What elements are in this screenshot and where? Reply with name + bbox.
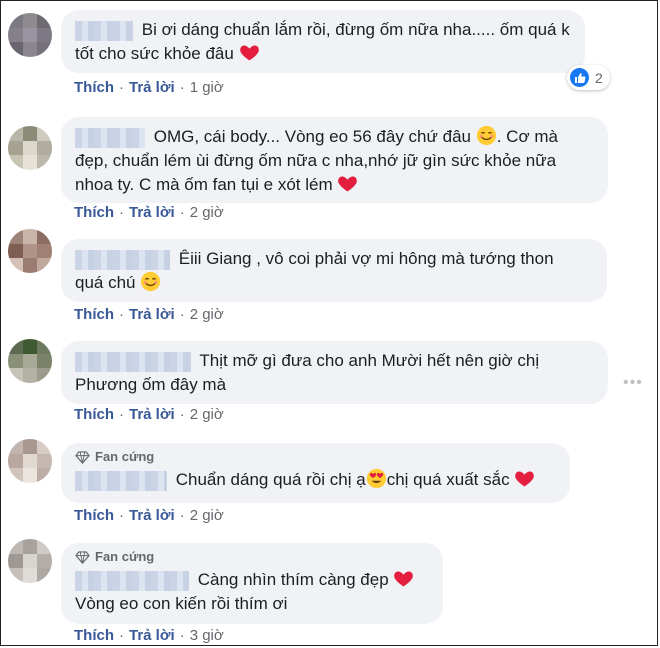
reaction-number: 2	[595, 69, 603, 86]
reply-link[interactable]: Trả lời	[129, 306, 175, 323]
avatar[interactable]	[8, 126, 52, 170]
like-icon	[570, 68, 589, 87]
comment-actions: Thích · Trả lời · 3 giờ	[74, 627, 224, 644]
comment-text-line-2: Phương ốm đây mà	[75, 375, 227, 394]
comment-text-line-1b: chị quá xuất sắc	[386, 470, 510, 489]
diamond-icon	[75, 550, 90, 564]
reply-link[interactable]: Trả lời	[129, 79, 175, 96]
comment-bubble: Fan cứng Chuẩn dáng quá rồi chị ạ chị quá…	[61, 443, 570, 503]
comment-text-line-2: đẹp, chuẩn lém ùi đừng ốm nữa c nha,nhớ …	[75, 151, 557, 170]
timestamp[interactable]: 2 giờ	[190, 406, 224, 423]
author-name[interactable]	[75, 20, 133, 41]
comment-text-line-1: OMG, cái body... Vòng eo 56 đây chứ đâu	[153, 127, 471, 146]
comment-actions: Thích · Trả lời · 2 giờ	[74, 306, 224, 323]
avatar[interactable]	[8, 439, 52, 483]
like-link[interactable]: Thích	[74, 406, 114, 423]
comment-text-line-1: Êiii Giang , vô coi phải vợ mi hông mà t…	[178, 249, 554, 268]
avatar[interactable]	[8, 229, 52, 273]
smiling-face-emoji	[476, 125, 496, 146]
comment-text-line-1: Thịt mỡ gì đưa cho anh Mười hết nên giờ …	[199, 351, 540, 370]
like-link[interactable]: Thích	[74, 627, 114, 644]
heart-eyes-emoji	[366, 468, 386, 489]
timestamp[interactable]: 3 giờ	[190, 627, 224, 644]
like-link[interactable]: Thích	[74, 79, 114, 96]
timestamp[interactable]: 2 giờ	[190, 306, 224, 323]
timestamp[interactable]: 2 giờ	[190, 507, 224, 524]
comment-actions: Thích · Trả lời · 2 giờ	[74, 204, 224, 221]
like-link[interactable]: Thích	[74, 507, 114, 524]
smiling-face-emoji	[141, 271, 161, 292]
comment-text-line-2: tốt cho sức khỏe đâu	[75, 44, 234, 63]
like-link[interactable]: Thích	[74, 306, 114, 323]
author-name[interactable]	[75, 570, 189, 591]
reply-link[interactable]: Trả lời	[129, 204, 175, 221]
author-name[interactable]	[75, 470, 167, 491]
comment-bubble: Thịt mỡ gì đưa cho anh Mười hết nên giờ …	[61, 341, 608, 404]
heart-emoji	[394, 571, 414, 587]
comment-text-line-1: Bi ơi dáng chuẩn lắm rồi, đừng ốm nữa nh…	[141, 20, 570, 39]
heart-emoji	[338, 176, 358, 192]
reply-link[interactable]: Trả lời	[129, 406, 175, 423]
comment-text-line-1b: . Cơ mà	[496, 127, 558, 146]
comment-bubble: Êiii Giang , vô coi phải vợ mi hông mà t…	[61, 239, 607, 302]
author-name[interactable]	[75, 351, 191, 372]
comment-bubble: OMG, cái body... Vòng eo 56 đây chứ đâu …	[61, 117, 608, 203]
author-name[interactable]	[75, 249, 170, 270]
diamond-icon	[75, 450, 90, 464]
comment-section: Bi ơi dáng chuẩn lắm rồi, đừng ốm nữa nh…	[0, 0, 658, 646]
reaction-count[interactable]: 2	[567, 65, 610, 90]
reply-link[interactable]: Trả lời	[129, 507, 175, 524]
avatar[interactable]	[8, 339, 52, 383]
more-options-icon[interactable]: •••	[623, 374, 643, 392]
comment-bubble: Fan cứng Càng nhìn thím càng đẹp Vòng eo…	[61, 543, 443, 624]
comment-actions: Thích · Trả lời · 2 giờ	[74, 507, 224, 524]
reply-link[interactable]: Trả lời	[129, 627, 175, 644]
top-fan-badge: Fan cứng	[75, 548, 429, 566]
timestamp[interactable]: 2 giờ	[190, 204, 224, 221]
comment-actions: Thích · Trả lời · 2 giờ	[74, 406, 224, 423]
timestamp[interactable]: 1 giờ	[190, 79, 224, 96]
heart-emoji	[239, 45, 259, 61]
comment-text-line-1: Càng nhìn thím càng đẹp	[197, 570, 389, 589]
comment-text-line-2: quá chú	[75, 273, 136, 292]
like-link[interactable]: Thích	[74, 204, 114, 221]
comment-text-line-3: nhoa ty. C mà ốm fan tụi e xót lém	[75, 175, 333, 194]
comment-bubble: Bi ơi dáng chuẩn lắm rồi, đừng ốm nữa nh…	[61, 10, 585, 73]
comment-actions: Thích · Trả lời · 1 giờ	[74, 79, 224, 96]
author-name[interactable]	[75, 127, 145, 148]
avatar[interactable]	[8, 13, 52, 57]
top-fan-badge: Fan cứng	[75, 448, 556, 466]
comment-text-line-1a: Chuẩn dáng quá rồi chị ạ	[175, 470, 366, 489]
comment-text-line-2: Vòng eo con kiến rồi thím ơi	[75, 594, 288, 613]
avatar[interactable]	[8, 539, 52, 583]
heart-emoji	[515, 471, 535, 487]
